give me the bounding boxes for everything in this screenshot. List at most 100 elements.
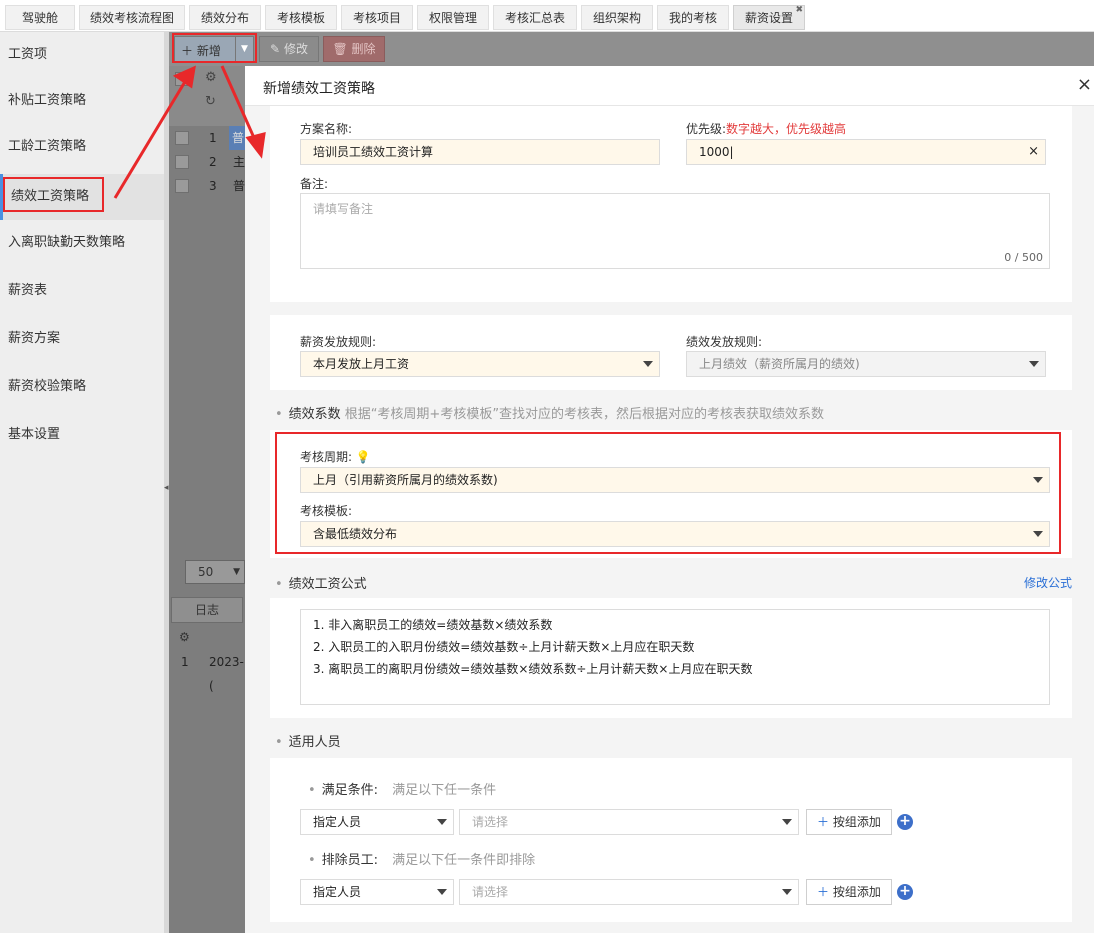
table-row[interactable]: 2 主 — [169, 150, 245, 174]
salary-rule-select[interactable]: 本月发放上月工资 — [300, 351, 660, 377]
edit-formula-link[interactable]: 修改公式 — [1024, 574, 1072, 591]
tab-items[interactable]: 考核项目 — [341, 5, 413, 30]
tab-flowchart[interactable]: 绩效考核流程图 — [79, 5, 185, 30]
tab-label: 考核项目 — [352, 11, 401, 25]
sidebar-item-salary-items[interactable]: 工资项 — [0, 32, 164, 78]
table-row[interactable]: 3 普 — [169, 174, 245, 198]
clear-icon[interactable]: × — [1028, 140, 1039, 164]
delete-button[interactable]: 🗑 删除 — [323, 36, 385, 62]
coef-title: 绩效系数 — [288, 407, 341, 422]
top-tab-bar: 驾驶舱 绩效考核流程图 绩效分布 考核模板 考核项目 权限管理 考核汇总表 组织… — [0, 0, 1094, 32]
perf-rule-value: 上月绩效（薪资所属月的绩效) — [699, 357, 860, 371]
char-counter: 0 / 500 — [1004, 251, 1043, 264]
sidebar-item-absence[interactable]: 入离职缺勤天数策略 — [0, 220, 164, 266]
tab-template[interactable]: 考核模板 — [265, 5, 337, 30]
close-icon[interactable]: × — [1077, 74, 1092, 95]
exclude-desc: 满足以下任一条件即排除 — [392, 853, 536, 868]
tab-summary[interactable]: 考核汇总表 — [493, 5, 577, 30]
perf-rule-label: 绩效发放规则: — [686, 335, 763, 349]
formula-line: 2. 入职员工的入职月份绩效=绩效基数÷上月计薪天数×上月应在职天数 — [313, 640, 695, 654]
row-number: 3 — [209, 179, 217, 193]
priority-value: 1000 — [699, 145, 730, 159]
row-number: 1 — [209, 131, 217, 145]
add-condition-icon[interactable]: + — [897, 814, 913, 830]
exclude-row-title: • 排除员工: 满足以下任一条件即排除 — [308, 849, 535, 868]
sidebar-item-basic-settings[interactable]: 基本设置 — [0, 412, 164, 458]
sidebar-item-label: 薪资表 — [8, 283, 48, 298]
chevron-down-icon — [437, 819, 447, 825]
edit-button[interactable]: ✎ 修改 — [259, 36, 319, 62]
grid-header: ⚙ ↻ — [169, 66, 245, 126]
tab-label: 考核模板 — [276, 11, 325, 25]
remark-textarea[interactable]: 请填写备注 0 / 500 — [300, 193, 1050, 269]
perf-rule-select[interactable]: 上月绩效（薪资所属月的绩效) — [686, 351, 1046, 377]
exclude-person-select[interactable]: 请选择 — [459, 879, 799, 905]
include-person-select[interactable]: 请选择 — [459, 809, 799, 835]
sidebar-item-salary-plan[interactable]: 薪资方案 — [0, 316, 164, 362]
remark-label: 备注: — [300, 177, 329, 191]
dialog-header: 新增绩效工资策略 × — [245, 66, 1094, 106]
exclude-type-value: 指定人员 — [313, 885, 362, 899]
add-exclusion-icon[interactable]: + — [897, 884, 913, 900]
plan-name-input[interactable]: 培训员工绩效工资计算 — [300, 139, 660, 165]
bullet-icon: • — [308, 783, 316, 798]
row-number: 1 — [181, 655, 189, 669]
row-checkbox[interactable] — [175, 179, 189, 193]
priority-input[interactable]: 1000| × — [686, 139, 1046, 165]
sidebar-item-validation[interactable]: 薪资校验策略 — [0, 364, 164, 410]
page-size-select[interactable]: 50 ▼ — [185, 560, 245, 584]
tab-label: 薪资设置 — [744, 11, 793, 25]
table-row[interactable]: 1 普 — [169, 126, 245, 150]
gear-icon[interactable]: ⚙ — [179, 630, 190, 644]
edit-icon: ✎ — [270, 42, 281, 56]
exclude-type-select[interactable]: 指定人员 — [300, 879, 454, 905]
row-checkbox[interactable] — [175, 155, 189, 169]
applicable-title: 适用人员 — [288, 735, 341, 750]
tab-distribution[interactable]: 绩效分布 — [189, 5, 261, 30]
sidebar-item-label: 薪资校验策略 — [8, 379, 87, 394]
sidebar-item-seniority[interactable]: 工龄工资策略 — [0, 124, 164, 170]
sidebar-item-label: 入离职缺勤天数策略 — [8, 235, 126, 250]
select-all-checkbox[interactable] — [175, 72, 189, 86]
tab-log[interactable]: 日志 — [171, 597, 243, 623]
dialog-title: 新增绩效工资策略 — [263, 81, 375, 97]
add-group-label: 按组添加 — [832, 885, 881, 899]
tab-permission[interactable]: 权限管理 — [417, 5, 489, 30]
include-add-group-button[interactable]: ＋ 按组添加 — [806, 809, 892, 835]
sidebar-item-label: 工资项 — [8, 47, 48, 62]
exclude-placeholder: 请选择 — [472, 885, 509, 899]
formula-line: 1. 非入离职员工的绩效=绩效基数×绩效系数 — [313, 618, 553, 632]
edit-button-label: 修改 — [283, 42, 308, 56]
sidebar-item-label: 补贴工资策略 — [8, 93, 87, 108]
close-icon[interactable]: ✖ — [795, 0, 803, 23]
sidebar-item-label: 基本设置 — [8, 427, 61, 442]
bullet-icon: • — [275, 577, 283, 592]
chevron-down-icon: ▼ — [233, 567, 240, 577]
annotation-box-sidebar — [3, 177, 104, 212]
formula-line: 3. 离职员工的离职月份绩效=绩效基数×绩效系数÷上月计薪天数×上月应在职天数 — [313, 662, 753, 676]
chevron-down-icon — [782, 889, 792, 895]
tab-my-review[interactable]: 我的考核 — [657, 5, 729, 30]
plus-icon: ＋ — [817, 815, 830, 829]
priority-label-wrap: 优先级:数字越大，优先级越高 — [686, 120, 846, 137]
refresh-icon[interactable]: ↻ — [205, 94, 216, 109]
sidebar-item-salary-table[interactable]: 薪资表 — [0, 268, 164, 314]
log-row[interactable]: 1 2023-( — [169, 650, 245, 693]
sidebar: 工资项 补贴工资策略 工龄工资策略 绩效工资策略 入离职缺勤天数策略 薪资表 薪… — [0, 32, 164, 933]
sidebar-item-label: 工龄工资策略 — [8, 139, 87, 154]
gear-icon[interactable]: ⚙ — [205, 70, 217, 85]
include-type-select[interactable]: 指定人员 — [300, 809, 454, 835]
sidebar-item-subsidy[interactable]: 补贴工资策略 — [0, 78, 164, 124]
row-name: 普 — [229, 126, 245, 150]
bullet-icon: • — [308, 853, 316, 868]
salary-rule-label: 薪资发放规则: — [300, 335, 377, 349]
annotation-box-coef — [275, 432, 1061, 554]
include-row-title: • 满足条件: 满足以下任一条件 — [308, 779, 496, 798]
row-checkbox[interactable] — [175, 131, 189, 145]
chevron-down-icon — [437, 889, 447, 895]
tab-salary-settings[interactable]: 薪资设置 ✖ — [733, 5, 805, 30]
chevron-down-icon — [782, 819, 792, 825]
tab-cockpit[interactable]: 驾驶舱 — [5, 5, 75, 30]
exclude-add-group-button[interactable]: ＋ 按组添加 — [806, 879, 892, 905]
tab-org[interactable]: 组织架构 — [581, 5, 653, 30]
